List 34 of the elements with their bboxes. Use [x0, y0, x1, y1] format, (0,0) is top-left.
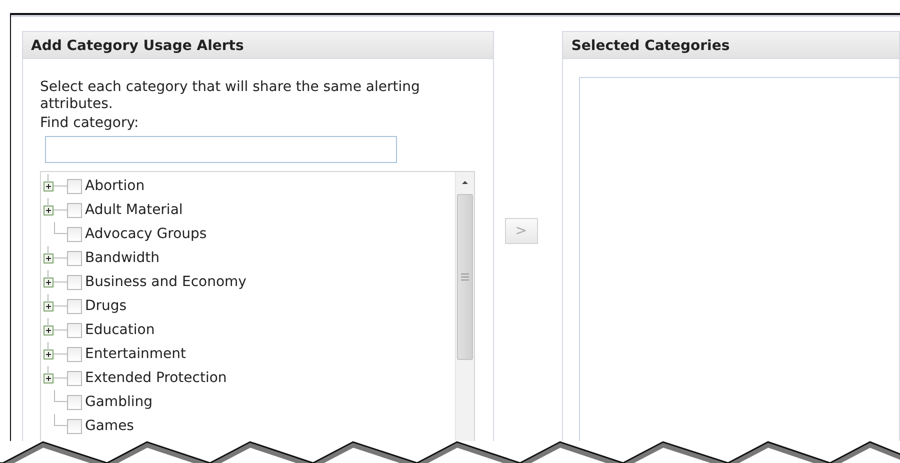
tree-item[interactable]: Abortion: [85, 178, 145, 194]
tree-item[interactable]: Education: [85, 322, 155, 338]
checkbox[interactable]: [67, 322, 82, 338]
scroll-thumb[interactable]: [457, 194, 473, 360]
checkbox[interactable]: [67, 298, 82, 314]
tree-item[interactable]: Entertainment: [85, 346, 186, 362]
checkbox[interactable]: [67, 418, 82, 434]
tree-item[interactable]: Advocacy Groups: [85, 226, 207, 242]
instructions-text: Select each category that will share the same alerting attributes.: [40, 79, 421, 113]
tree-item[interactable]: Gambling: [85, 394, 152, 410]
tree-item[interactable]: Extended Protection: [85, 370, 227, 386]
tree-connector-icon: [54, 414, 67, 426]
tree-connector-icon: [54, 222, 67, 234]
panel-title: Add Category Usage Alerts: [23, 32, 493, 59]
tree-item[interactable]: Business and Economy: [85, 274, 246, 290]
checkbox[interactable]: [67, 274, 82, 290]
checkbox[interactable]: [67, 394, 82, 410]
checkbox[interactable]: [67, 250, 82, 266]
tree-item[interactable]: Drugs: [85, 298, 127, 314]
checkbox[interactable]: [67, 178, 82, 194]
checkbox[interactable]: [67, 226, 82, 242]
checkbox[interactable]: [67, 346, 82, 362]
checkbox[interactable]: [67, 370, 82, 386]
scrollbar[interactable]: [455, 172, 474, 441]
grip-icon: [461, 273, 469, 281]
panel-title: Selected Categories: [563, 32, 899, 59]
checkbox[interactable]: [67, 202, 82, 218]
selected-list[interactable]: [579, 77, 899, 441]
find-label: Find category:: [40, 115, 140, 132]
tree-item[interactable]: Games: [85, 418, 134, 434]
search-field[interactable]: [45, 136, 397, 163]
tree-connector-icon: [54, 390, 67, 402]
tree-item[interactable]: Bandwidth: [85, 250, 160, 266]
tree-item[interactable]: Adult Material: [85, 202, 183, 218]
